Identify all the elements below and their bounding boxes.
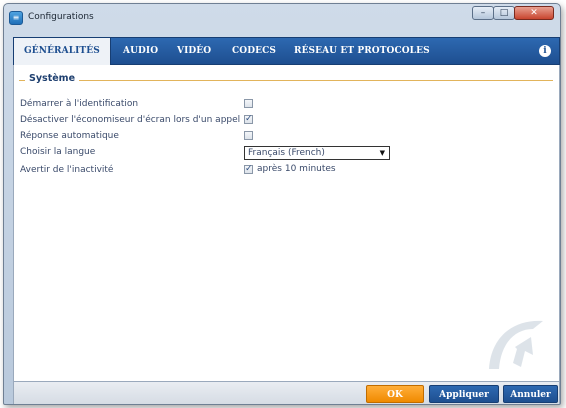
- ok-button[interactable]: OK: [366, 385, 424, 403]
- configurations-window: ≡ Configurations – □ ✕ GÉNÉRALITÉS AUDIO…: [3, 3, 561, 405]
- section-header: Système: [19, 73, 553, 87]
- section-divider: [19, 80, 553, 81]
- minimize-icon: –: [480, 8, 486, 18]
- info-icon[interactable]: i: [539, 45, 551, 57]
- app-icon: ≡: [9, 11, 23, 25]
- footer-bar: OK Appliquer Annuler: [13, 381, 560, 404]
- auto-answer-label: Réponse automatique: [20, 131, 119, 141]
- tab-audio[interactable]: AUDIO: [123, 38, 158, 64]
- idle-minutes-input[interactable]: 10: [285, 164, 296, 174]
- section-title: Système: [25, 73, 80, 84]
- minimize-button[interactable]: –: [472, 6, 494, 20]
- start-on-login-checkbox[interactable]: [244, 99, 253, 108]
- window-title: Configurations: [28, 12, 94, 22]
- chevron-down-icon: ▼: [379, 149, 385, 157]
- maximize-button[interactable]: □: [493, 6, 515, 20]
- idle-warning-checkbox[interactable]: [244, 164, 253, 174]
- language-label: Choisir la langue: [20, 147, 96, 157]
- language-value: Français (French): [248, 148, 325, 158]
- start-on-login-label: Démarrer à l'identification: [20, 99, 139, 109]
- tab-bar: GÉNÉRALITÉS AUDIO VIDÉO CODECS RÉSEAU ET…: [13, 37, 560, 65]
- cancel-button[interactable]: Annuler: [503, 385, 558, 403]
- tab-generalites[interactable]: GÉNÉRALITÉS: [14, 38, 111, 65]
- idle-duration: après 10 minutes: [257, 164, 336, 174]
- idle-prefix: après: [257, 164, 282, 174]
- brand-logo-icon: [489, 320, 543, 369]
- tab-reseau-protocoles[interactable]: RÉSEAU ET PROTOCOLES: [294, 38, 430, 64]
- window-controls: – □ ✕: [472, 6, 554, 20]
- settings-panel: Système Démarrer à l'identification Désa…: [13, 65, 560, 381]
- title-bar[interactable]: ≡ Configurations – □ ✕: [4, 4, 560, 34]
- idle-unit: minutes: [299, 164, 336, 174]
- close-icon: ✕: [530, 8, 538, 18]
- tab-video[interactable]: VIDÉO: [177, 38, 211, 64]
- disable-screensaver-checkbox[interactable]: [244, 114, 253, 124]
- disable-screensaver-label: Désactiver l'économiseur d'écran lors d'…: [20, 115, 241, 125]
- apply-button[interactable]: Appliquer: [429, 385, 499, 403]
- tab-codecs[interactable]: CODECS: [232, 38, 276, 64]
- close-button[interactable]: ✕: [514, 6, 554, 20]
- maximize-icon: □: [499, 8, 509, 18]
- language-select[interactable]: Français (French) ▼: [244, 146, 390, 160]
- idle-warning-label: Avertir de l'inactivité: [20, 165, 114, 175]
- auto-answer-checkbox[interactable]: [244, 131, 253, 140]
